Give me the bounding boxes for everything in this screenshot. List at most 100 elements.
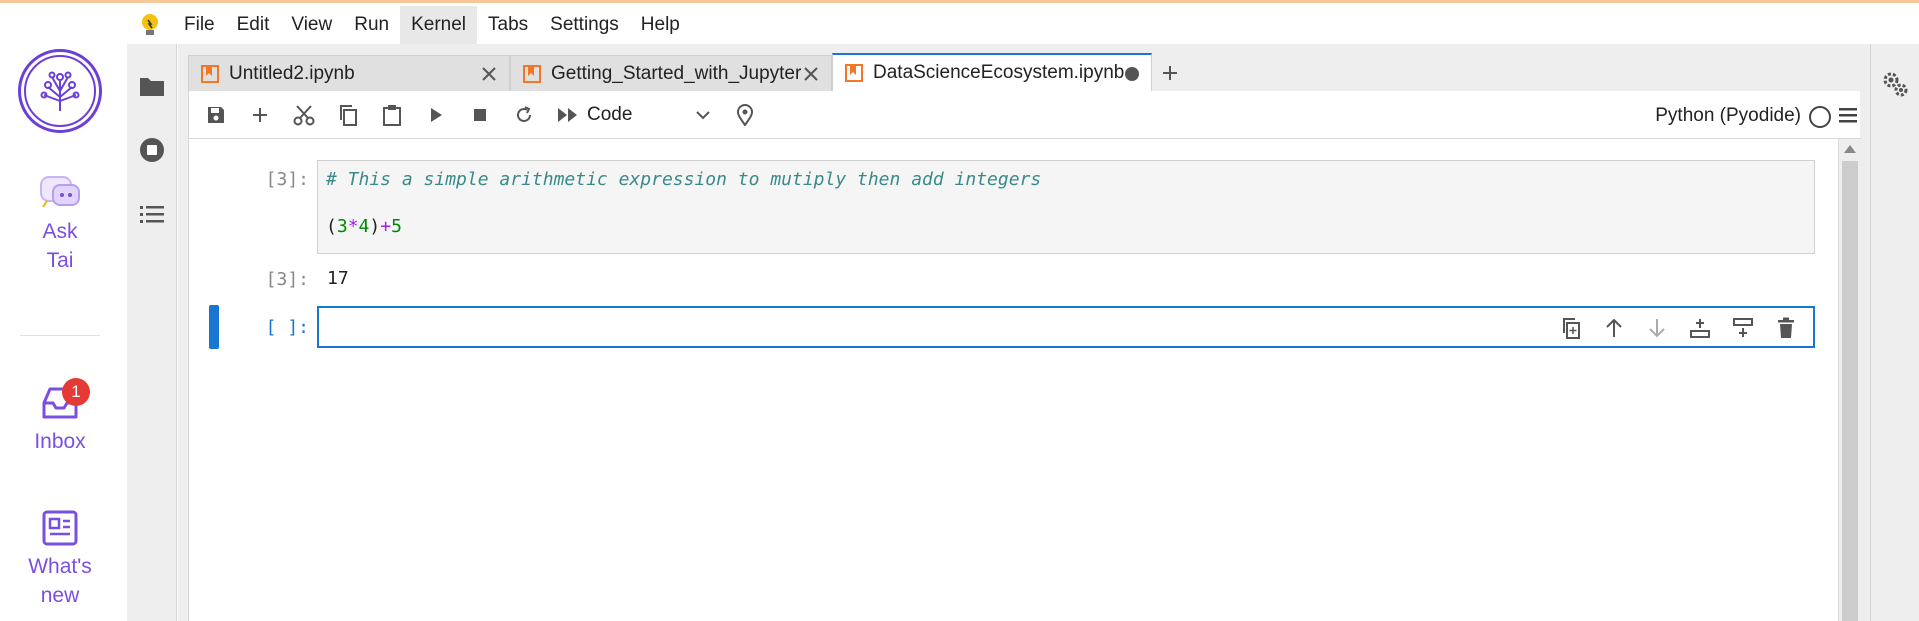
cell-output: 17 xyxy=(327,268,349,289)
folder-icon xyxy=(140,78,164,96)
tree-logo-icon xyxy=(40,71,80,111)
active-cell-indicator[interactable] xyxy=(209,305,219,349)
scroll-up-arrow-icon[interactable] xyxy=(1844,145,1856,153)
refresh-icon xyxy=(517,105,531,122)
whats-new-button[interactable]: What's new xyxy=(0,508,120,610)
tab-getting-started[interactable]: Getting_Started_with_Jupyter xyxy=(510,55,832,91)
insert-above-icon xyxy=(1689,319,1710,338)
lightbulb-icon xyxy=(142,14,158,35)
input-prompt: [ ]: xyxy=(265,317,309,338)
code-token: * xyxy=(347,216,359,237)
notebook-toolbar: Code Python (Pyodide) xyxy=(189,91,1861,139)
newspaper-icon xyxy=(42,510,78,546)
save-icon xyxy=(208,106,224,123)
cell-type-select[interactable]: Code xyxy=(581,97,711,133)
trash-icon xyxy=(1777,317,1794,338)
tab-label: Getting_Started_with_Jupyter xyxy=(551,62,801,84)
code-token: 5 xyxy=(391,216,402,237)
notebook-file-icon xyxy=(201,64,219,83)
arrow-down-icon xyxy=(1648,319,1665,338)
list-icon xyxy=(140,206,164,223)
input-prompt: [3]: xyxy=(265,169,309,190)
tab-label: Untitled2.ipynb xyxy=(229,62,355,84)
menu-help[interactable]: Help xyxy=(630,6,691,44)
stop-circle-icon xyxy=(140,138,164,162)
scrollbar-thumb[interactable] xyxy=(1842,161,1858,621)
menu-edit[interactable]: Edit xyxy=(226,6,281,44)
menu-view[interactable]: View xyxy=(280,6,343,44)
active-code-cell-editor[interactable] xyxy=(317,306,1815,348)
code-token: 3 xyxy=(336,216,348,237)
file-browser-button[interactable] xyxy=(138,72,166,100)
menu-icon xyxy=(1839,108,1857,123)
menu-settings[interactable]: Settings xyxy=(539,6,630,44)
insert-below-button[interactable] xyxy=(1721,314,1764,342)
ask-tai-label: Ask Tai xyxy=(42,220,78,272)
cell-toolbar xyxy=(1549,314,1807,342)
interrupt-button[interactable] xyxy=(458,97,502,133)
ask-tai-button[interactable]: Ask Tai xyxy=(0,173,120,275)
code-token: ) xyxy=(369,216,381,237)
paste-button[interactable] xyxy=(370,97,414,133)
copy-icon xyxy=(340,104,357,126)
fast-forward-icon xyxy=(558,107,577,122)
run-button[interactable] xyxy=(414,97,458,133)
move-down-button[interactable] xyxy=(1635,314,1678,342)
inbox-label: Inbox xyxy=(34,430,86,453)
jupyterlite-logo xyxy=(127,12,173,38)
tab-label: DataScienceEcosystem.ipynb xyxy=(873,62,1125,83)
brand-logo[interactable] xyxy=(18,49,102,133)
app-rail: Ask Tai Inbox 1 What's new xyxy=(0,3,120,621)
save-button[interactable] xyxy=(194,97,238,133)
debugger-button[interactable] xyxy=(723,97,767,133)
close-icon[interactable] xyxy=(801,64,821,84)
tab-untitled2[interactable]: Untitled2.ipynb xyxy=(188,55,510,91)
clipboard-icon xyxy=(383,104,401,126)
arrow-up-icon xyxy=(1605,318,1622,337)
insert-above-button[interactable] xyxy=(1678,314,1721,342)
insert-below-icon xyxy=(1732,318,1753,337)
cut-button[interactable] xyxy=(282,97,326,133)
cell-area: [3]: # This a simple arithmetic expressi… xyxy=(189,139,1839,621)
duplicate-icon xyxy=(1562,318,1580,339)
top-accent-line xyxy=(0,0,1919,3)
code-line: (3*4)+5 xyxy=(326,216,1806,237)
whats-new-label: What's new xyxy=(28,555,92,607)
duplicate-cell-button[interactable] xyxy=(1549,314,1592,342)
copy-button[interactable] xyxy=(326,97,370,133)
menu-file[interactable]: File xyxy=(173,6,226,44)
code-token: ( xyxy=(326,216,337,237)
code-cell-editor[interactable]: # This a simple arithmetic expression to… xyxy=(317,160,1815,254)
main-area: Untitled2.ipynb Getting_Started_with_Jup… xyxy=(178,44,1870,621)
menu-kernel[interactable]: Kernel xyxy=(400,6,477,44)
notebook-file-icon xyxy=(845,64,863,82)
kernel-menu-button[interactable] xyxy=(1837,104,1861,128)
kernel-name[interactable]: Python (Pyodide) xyxy=(1655,105,1801,127)
plus-icon xyxy=(1163,66,1177,80)
tab-datascience-ecosystem[interactable]: DataScienceEcosystem.ipynb xyxy=(832,53,1152,91)
table-of-contents-button[interactable] xyxy=(138,200,166,228)
unsaved-dot-icon[interactable] xyxy=(1125,67,1139,81)
move-up-button[interactable] xyxy=(1592,314,1635,342)
inbox-button[interactable]: Inbox xyxy=(0,383,120,456)
chat-bot-icon xyxy=(40,176,80,208)
stop-icon xyxy=(474,108,486,121)
running-sessions-button[interactable] xyxy=(138,136,166,164)
delete-cell-button[interactable] xyxy=(1764,314,1807,342)
insert-cell-button[interactable] xyxy=(238,97,282,133)
plus-icon xyxy=(253,107,267,122)
new-tab-button[interactable] xyxy=(1152,55,1188,91)
menu-run[interactable]: Run xyxy=(343,6,400,44)
vertical-scrollbar[interactable] xyxy=(1838,139,1860,621)
notebook-file-icon xyxy=(523,64,541,83)
output-prompt: [3]: xyxy=(265,269,309,290)
menu-tabs[interactable]: Tabs xyxy=(477,6,539,44)
code-comment: # This a simple arithmetic expression to… xyxy=(326,169,1042,190)
tab-bar: Untitled2.ipynb Getting_Started_with_Jup… xyxy=(188,53,1188,91)
property-inspector-button[interactable] xyxy=(1881,70,1909,103)
close-icon[interactable] xyxy=(479,64,499,84)
gears-icon xyxy=(1883,72,1908,97)
restart-button[interactable] xyxy=(502,97,546,133)
notebook-panel: Code Python (Pyodide) [3]: # This a simp… xyxy=(188,91,1861,621)
rail-divider xyxy=(20,335,100,336)
